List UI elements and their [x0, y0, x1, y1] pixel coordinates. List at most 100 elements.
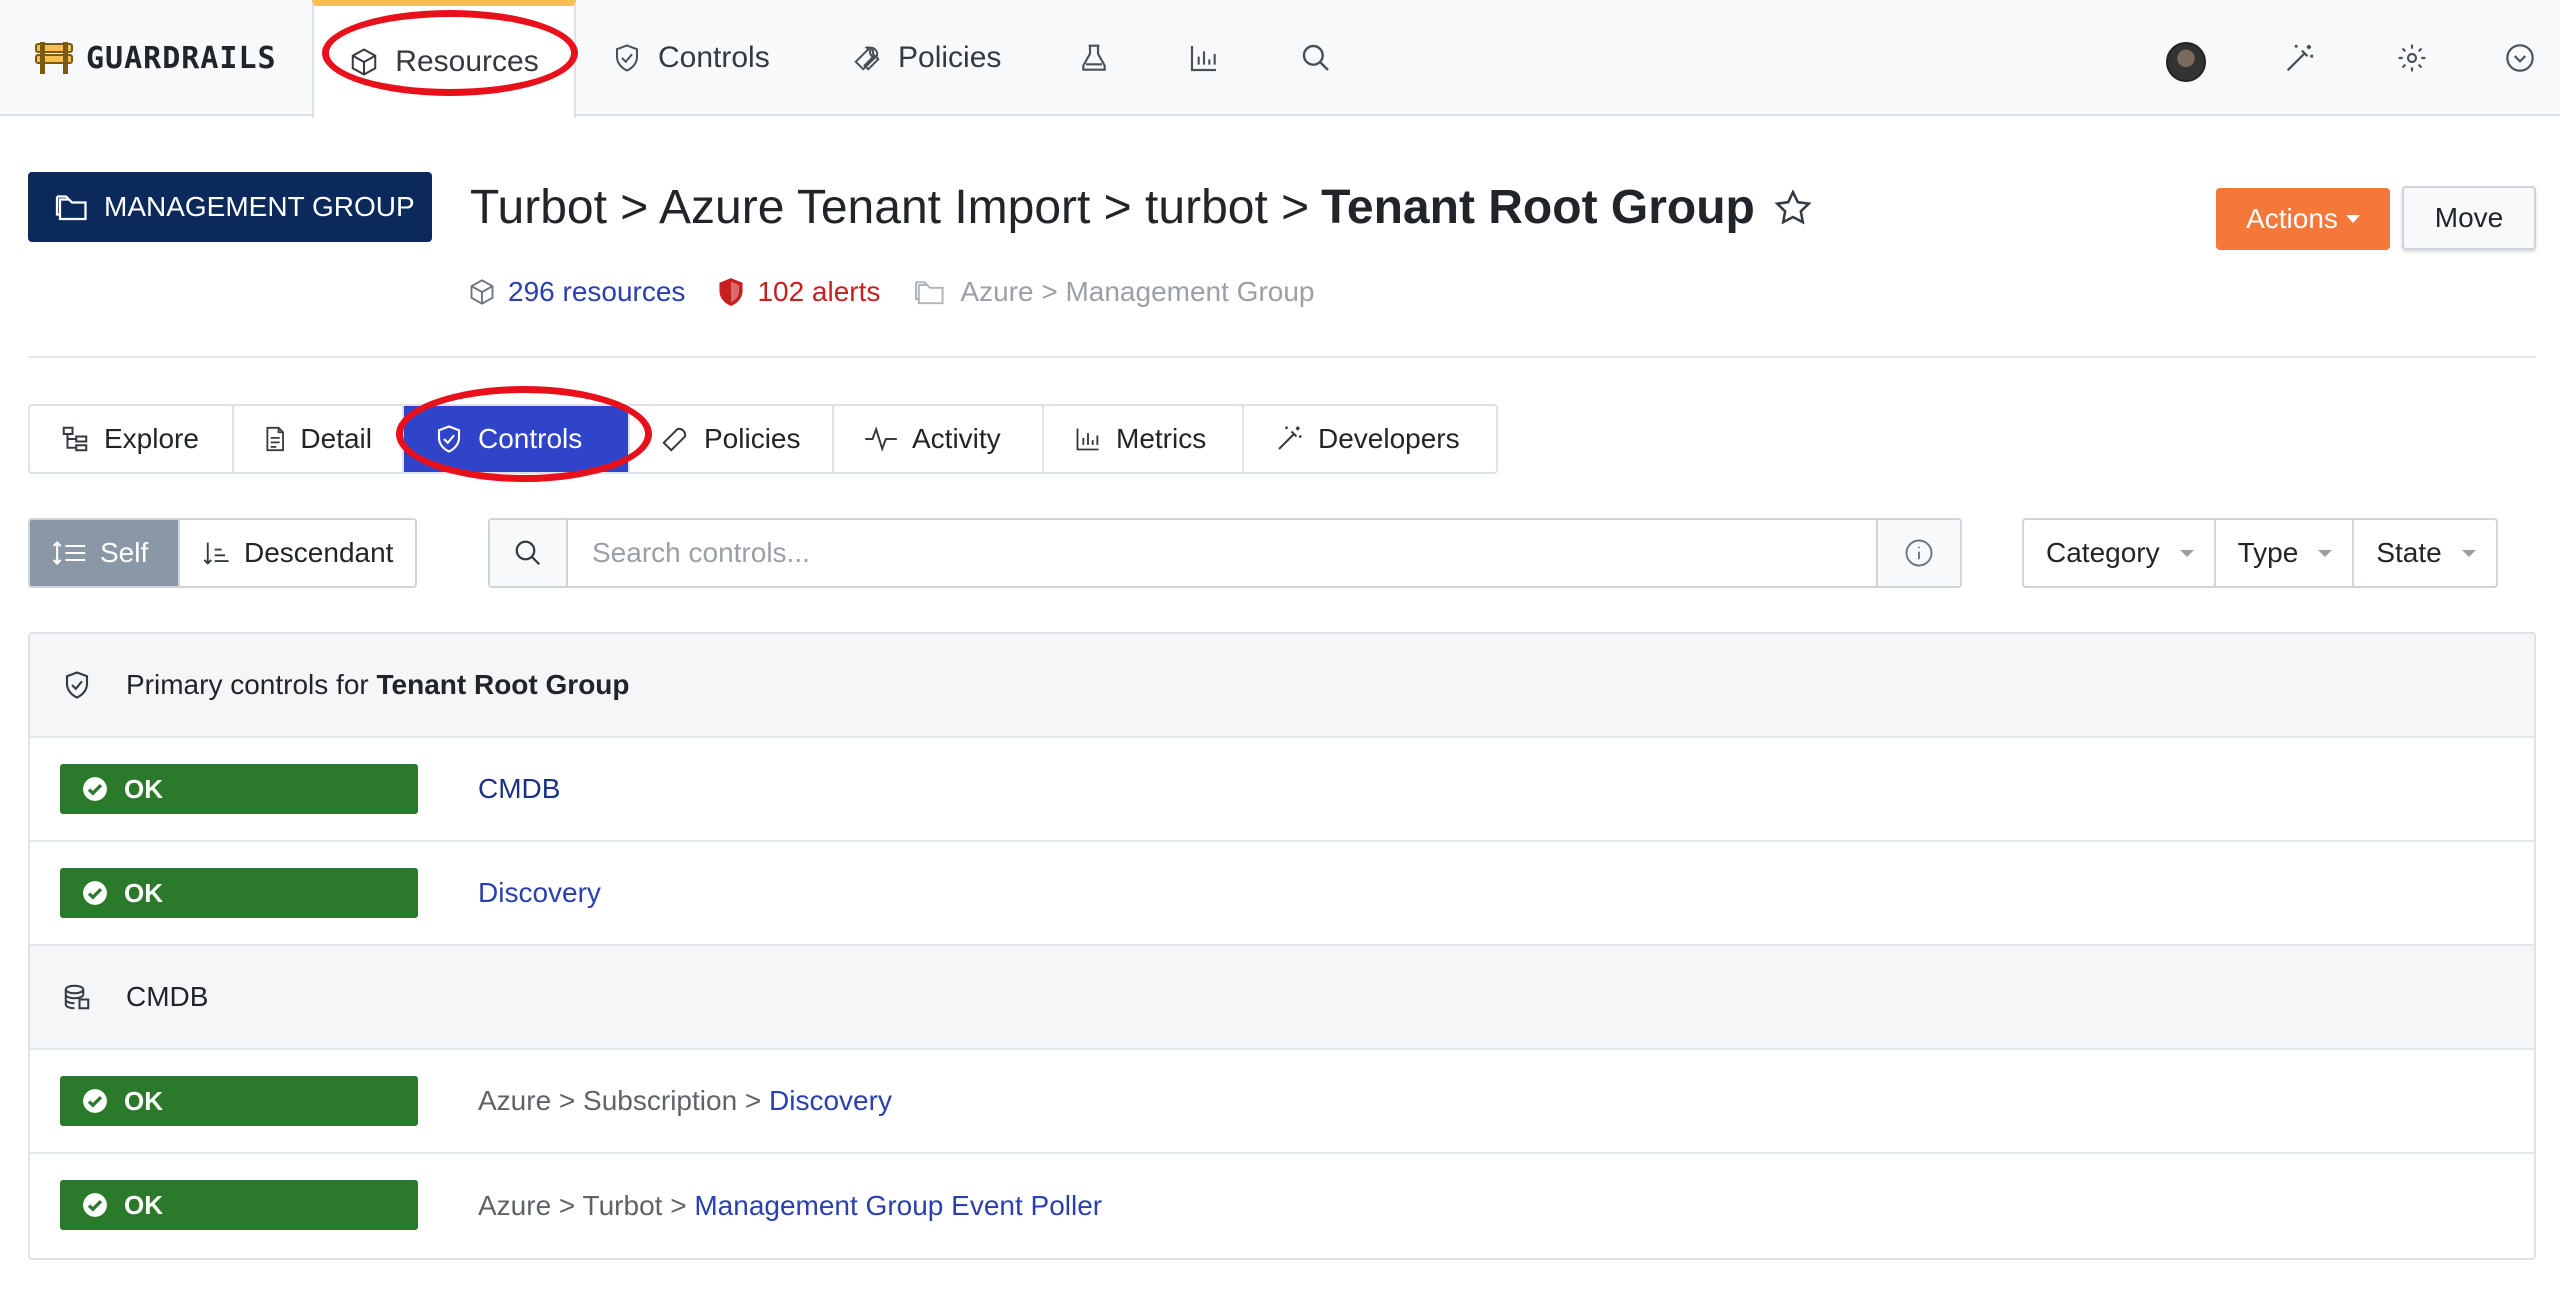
alerts-link[interactable]: 102 alerts [717, 276, 880, 308]
check-circle-icon [83, 1089, 107, 1113]
cube-icon [470, 279, 494, 305]
actions-button[interactable]: Actions [2216, 188, 2390, 250]
control-link[interactable]: CMDB [478, 773, 560, 804]
scope-label: Descendant [244, 537, 394, 568]
tab-label: Metrics [1116, 423, 1207, 454]
nav-tab-label: Policies [898, 41, 1002, 74]
search-input[interactable] [568, 520, 1876, 586]
status-label: OK [124, 1085, 163, 1116]
search-help-button[interactable] [1876, 520, 1960, 586]
nav-tab-resources[interactable]: Resources [312, 0, 576, 118]
guardrails-logo-icon [35, 42, 73, 74]
group-header-primary: Primary controls for Tenant Root Group [30, 634, 2534, 738]
category-dropdown[interactable]: Category [2024, 520, 2216, 586]
tab-developers[interactable]: Developers [1244, 406, 1496, 472]
nav-tab-controls[interactable]: Controls [612, 0, 770, 116]
search-icon [515, 540, 541, 566]
status-badge: OK [60, 868, 418, 918]
tab-label: Developers [1318, 423, 1460, 454]
logo-text: GUARDRAILS [86, 40, 277, 76]
group-header-cmdb: CMDB [30, 946, 2534, 1050]
bar-chart-icon [1076, 428, 1099, 451]
caret-down-icon [2179, 549, 2194, 557]
type-dropdown[interactable]: Type [2216, 520, 2355, 586]
badge-label: MANAGEMENT GROUP [104, 191, 415, 222]
control-name: CMDB [478, 773, 560, 805]
group-label: CMDB [126, 981, 209, 1012]
control-row[interactable]: OK CMDB [30, 738, 2534, 842]
search-controls [488, 518, 1962, 588]
resource-title: Tenant Root Group [1321, 181, 1755, 234]
shield-check-icon [437, 425, 461, 453]
tab-activity[interactable]: Activity [834, 406, 1044, 472]
move-button[interactable]: Move [2402, 186, 2536, 250]
control-link[interactable]: Management Group Event Poller [694, 1190, 1102, 1221]
tab-explore[interactable]: Explore [30, 406, 234, 472]
control-row[interactable]: OK Discovery [30, 842, 2534, 946]
resource-tabs: Explore Detail Controls Policies Activit… [28, 404, 1498, 474]
tab-policies[interactable]: Policies [630, 406, 834, 472]
chevron-circle-icon[interactable] [2504, 42, 2536, 74]
page-title: Turbot > Azure Tenant Import > turbot > … [470, 180, 1813, 235]
nav-tab-policies[interactable]: Policies [852, 0, 1001, 116]
document-icon [266, 426, 284, 452]
tab-detail[interactable]: Detail [234, 406, 404, 472]
check-circle-icon [83, 777, 107, 801]
state-dropdown[interactable]: State [2354, 520, 2495, 586]
group-prefix: Primary controls for [126, 669, 369, 700]
dropdown-label: State [2376, 537, 2442, 568]
control-name: Azure > Turbot > Management Group Event … [478, 1190, 1102, 1222]
status-label: OK [124, 773, 163, 804]
database-icon [64, 984, 90, 1010]
status-badge: OK [60, 1180, 418, 1230]
star-icon[interactable] [1773, 188, 1813, 228]
control-link[interactable]: Discovery [478, 877, 601, 908]
flask-icon[interactable] [1078, 42, 1110, 76]
avatar[interactable] [2166, 42, 2206, 82]
status-label: OK [124, 1189, 163, 1220]
breadcrumb-path[interactable]: Turbot > Azure Tenant Import > turbot > [470, 180, 1309, 235]
pulse-icon [865, 426, 897, 452]
control-path: Azure > Turbot > [478, 1190, 695, 1221]
group-label: Primary controls for Tenant Root Group [126, 669, 630, 701]
guardrails-logo[interactable]: GUARDRAILS [34, 38, 277, 78]
resources-link[interactable]: 296 resources [468, 276, 685, 308]
divider [28, 356, 2536, 358]
resources-count: 296 resources [508, 276, 686, 307]
nav-tab-label: Controls [658, 41, 770, 74]
folder-icon [55, 195, 87, 221]
tab-metrics[interactable]: Metrics [1044, 406, 1244, 472]
magic-wand-icon [1278, 426, 1302, 450]
folder-icon [915, 281, 944, 305]
info-icon [1905, 539, 1933, 567]
control-row[interactable]: OK Azure > Subscription > Discovery [30, 1050, 2534, 1154]
check-circle-icon [83, 1193, 107, 1217]
shield-check-icon [616, 44, 638, 72]
filter-dropdowns: Category Type State [2022, 518, 2498, 588]
control-row[interactable]: OK Azure > Turbot > Management Group Eve… [30, 1154, 2534, 1258]
group-resource: Tenant Root Group [376, 669, 630, 700]
top-navbar: GUARDRAILS Resources Controls Policies [0, 0, 2560, 118]
bar-chart-icon[interactable] [1188, 42, 1220, 74]
scope-self-button[interactable]: Self [30, 520, 180, 586]
tab-label: Detail [300, 423, 372, 454]
caret-down-icon [2461, 549, 2476, 557]
wrench-icon [854, 46, 880, 71]
resource-meta: 296 resources 102 alerts Azure > Managem… [468, 272, 1347, 312]
tab-label: Controls [478, 423, 583, 454]
tab-controls[interactable]: Controls [404, 406, 630, 472]
wrench-icon [662, 427, 687, 452]
gear-icon[interactable] [2396, 42, 2428, 74]
status-label: OK [124, 877, 163, 908]
tab-label: Policies [704, 423, 801, 454]
search-icon[interactable] [1300, 42, 1332, 74]
control-name: Discovery [478, 877, 601, 909]
control-link[interactable]: Discovery [769, 1085, 892, 1116]
magic-wand-icon[interactable] [2282, 42, 2316, 76]
caret-down-icon [2345, 215, 2360, 223]
dropdown-label: Category [2046, 537, 2160, 568]
scope-descendant-button[interactable]: Descendant [180, 520, 416, 586]
alerts-count: 102 alerts [757, 276, 881, 307]
search-icon-box [490, 520, 568, 586]
shield-check-icon [65, 671, 89, 699]
